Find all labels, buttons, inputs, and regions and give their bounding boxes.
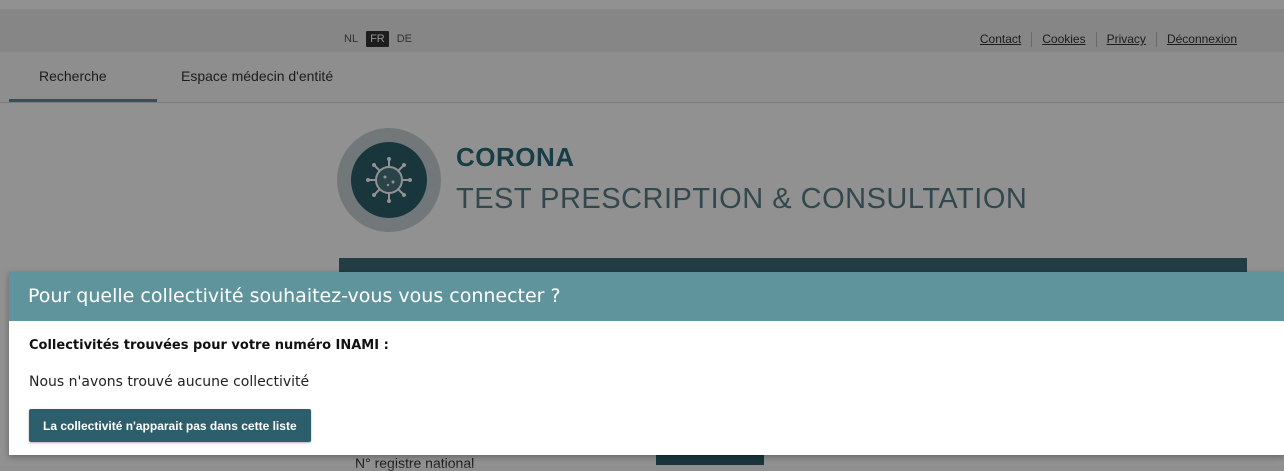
modal-title: Pour quelle collectivité souhaitez-vous …: [9, 272, 1284, 321]
none-found-message: Nous n'avons trouvé aucune collectivité: [29, 374, 310, 390]
found-label: Collectivités trouvées pour votre numéro…: [29, 338, 389, 353]
not-in-list-button[interactable]: La collectivité n'apparait pas dans cett…: [29, 409, 311, 442]
collectivity-modal: Pour quelle collectivité souhaitez-vous …: [9, 272, 1284, 455]
